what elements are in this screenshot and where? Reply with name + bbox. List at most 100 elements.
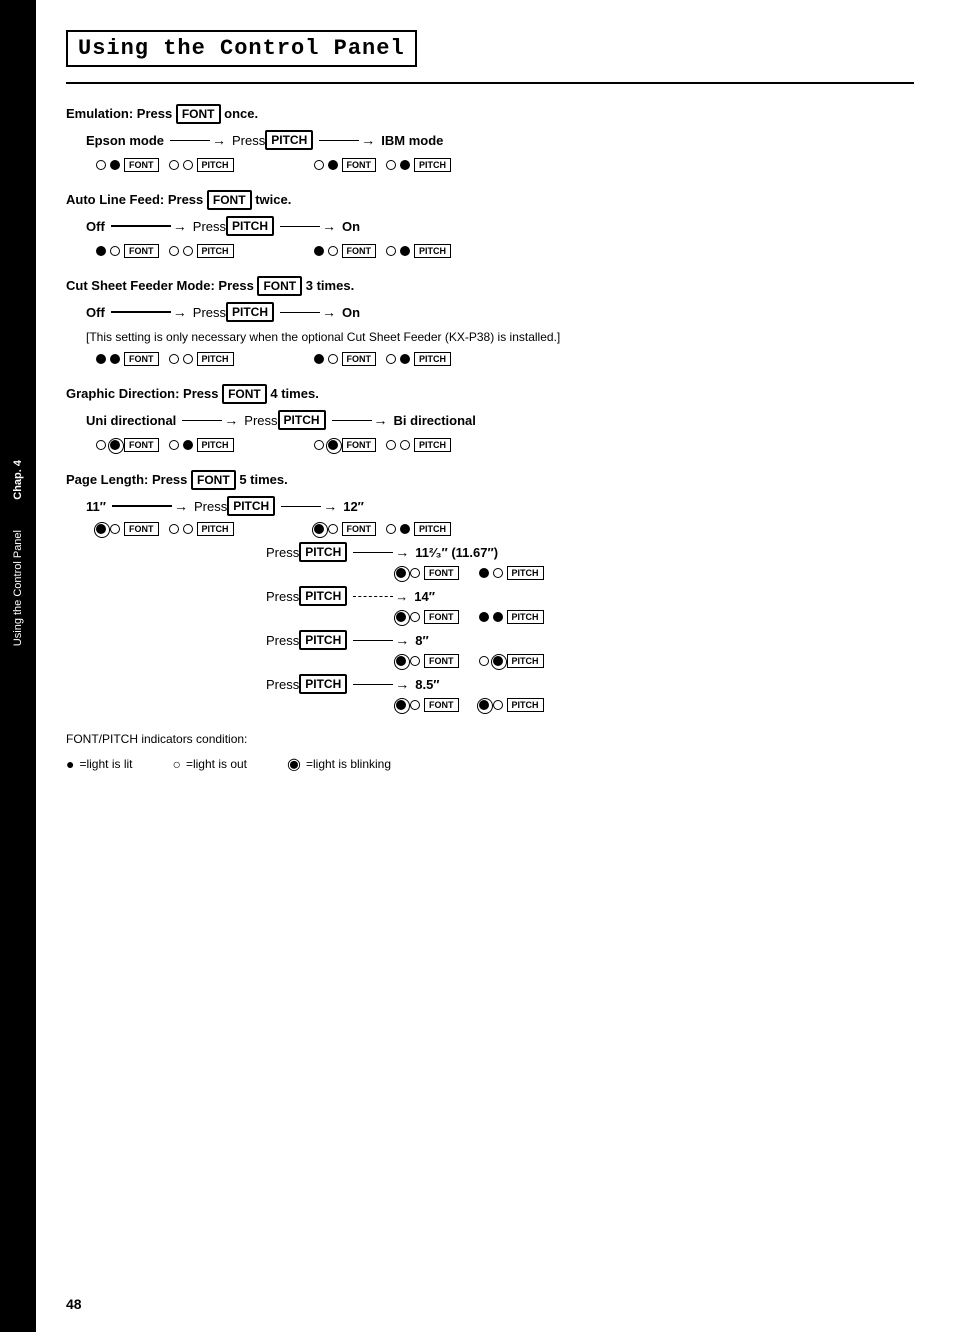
led-gd-pitch2-r (400, 440, 410, 450)
led-em-pitch1-r (183, 160, 193, 170)
autoline-title: Auto Line Feed: Press FONT twice. (66, 190, 914, 210)
led-al-pitch1-l (169, 246, 179, 256)
cutsheet-flow: Off Press PITCH On (86, 302, 914, 322)
led-pl3-pitch-l (479, 568, 489, 578)
arrow-al (280, 218, 336, 234)
led-gd-pitch2-l (386, 440, 396, 450)
led-al-font2-l (314, 246, 324, 256)
emulation-title: Emulation: Press FONT once. (66, 104, 914, 124)
arrow2 (319, 132, 375, 148)
pitch-key-pl2: PITCH (299, 542, 347, 562)
pitch-key-gd: PITCH (278, 410, 326, 430)
sidebar-label: Using the Control Panel (12, 530, 24, 646)
pl-flow5: Press PITCH 8.5″ (266, 674, 914, 694)
pitch-key-em: PITCH (265, 130, 313, 150)
led-cs-font1-r (110, 354, 120, 364)
pitch-key-pl1: PITCH (227, 496, 275, 516)
led-cs-font2-l (314, 354, 324, 364)
main-content: Using the Control Panel Emulation: Press… (36, 0, 954, 1332)
led-em-font2-l (314, 160, 324, 170)
autoline-indicators: FONT PITCH FONT PITCH (96, 244, 914, 258)
section-autoline: Auto Line Feed: Press FONT twice. Off Pr… (66, 190, 914, 258)
pitch-key-pl4: PITCH (299, 630, 347, 650)
arrow1 (170, 132, 226, 148)
pitch-key-pl3: PITCH (299, 586, 347, 606)
arrow-pl4 (353, 632, 409, 648)
led-pl1-font-l (96, 524, 106, 534)
led-cs-pitch2-r (400, 354, 410, 364)
led-pl1-font-r (110, 524, 120, 534)
emulation-flow: Epson mode Press PITCH IBM mode (86, 130, 914, 150)
pl-ind3: FONT PITCH (396, 610, 914, 624)
pl-ind5: FONT PITCH (396, 698, 914, 712)
led-em-font1-r (110, 160, 120, 170)
long-arrow-al (111, 218, 187, 234)
led-cs-font1-l (96, 354, 106, 364)
led-cs-pitch1-r (183, 354, 193, 364)
long-arrow-pl1 (112, 498, 188, 514)
led-pl3-font-l (396, 568, 406, 578)
led-pl1-pitch-l (169, 524, 179, 534)
section-cutsheet: Cut Sheet Feeder Mode: Press FONT 3 time… (66, 276, 914, 366)
pitch-key-pl5: PITCH (299, 674, 347, 694)
autoline-flow: Off Press PITCH On (86, 216, 914, 236)
led-gd-font2-l (314, 440, 324, 450)
led-al-pitch1-r (183, 246, 193, 256)
graphic-indicators: FONT PITCH FONT PITCH (96, 438, 914, 452)
font-key-emulation: FONT (176, 104, 221, 124)
led-em-font1-l (96, 160, 106, 170)
led-pl1-pitch-r (183, 524, 193, 534)
pitch-label-em1: PITCH (197, 158, 234, 172)
graphic-flow: Uni directional Press PITCH Bi direction… (86, 410, 914, 430)
font-key-pl: FONT (191, 470, 236, 490)
pl-ind4: FONT PITCH (396, 654, 914, 668)
font-key-al: FONT (207, 190, 252, 210)
led-pl5-font-r (410, 656, 420, 666)
pitch-label-em2: PITCH (414, 158, 451, 172)
arrow-pl2 (353, 544, 409, 560)
legend-blink: ◉ =light is blinking (287, 754, 391, 774)
graphic-title: Graphic Direction: Press FONT 4 times. (66, 384, 914, 404)
page-number: 48 (66, 1296, 82, 1312)
page-title: Using the Control Panel (66, 30, 417, 67)
led-em-font2-r (328, 160, 338, 170)
emulation-indicators: FONT PITCH FONT PITCH (96, 158, 914, 172)
led-pl5-font-l (396, 656, 406, 666)
led-pl2-font-l (314, 524, 324, 534)
arrow-pl5 (353, 676, 409, 692)
led-pl2-pitch-l (386, 524, 396, 534)
cutsheet-note: [This setting is only necessary when the… (86, 330, 914, 344)
led-pl5-pitch-r (493, 656, 503, 666)
legend-out: ○ =light is out (173, 756, 248, 772)
pagelength-title: Page Length: Press FONT 5 times. (66, 470, 914, 490)
footer: FONT/PITCH indicators condition: ● =ligh… (66, 732, 914, 774)
led-pl2-pitch-r (400, 524, 410, 534)
led-al-font2-r (328, 246, 338, 256)
pl-flow4: Press PITCH 8″ (266, 630, 914, 650)
led-gd-font1-r (110, 440, 120, 450)
pl-flow1: 11″ Press PITCH 12″ (86, 496, 914, 516)
led-pl6-pitch-r (493, 700, 503, 710)
long-arrow-cs (111, 304, 187, 320)
font-key-cs: FONT (257, 276, 302, 296)
led-em-pitch2-l (386, 160, 396, 170)
arrow-gd2 (332, 412, 388, 428)
led-pl4-pitch-r (493, 612, 503, 622)
font-label-em1: FONT (124, 158, 159, 172)
arrow-gd1 (182, 412, 238, 428)
led-pl4-pitch-l (479, 612, 489, 622)
led-pl3-pitch-r (493, 568, 503, 578)
led-cs-pitch2-l (386, 354, 396, 364)
section-emulation: Emulation: Press FONT once. Epson mode P… (66, 104, 914, 172)
led-cs-font2-r (328, 354, 338, 364)
led-pl2-font-r (328, 524, 338, 534)
led-pl6-font-l (396, 700, 406, 710)
led-gd-font2-r (328, 440, 338, 450)
ibm-indicators: FONT PITCH (314, 158, 452, 172)
arrow-cs (280, 304, 336, 320)
led-al-font1-l (96, 246, 106, 256)
led-al-font1-r (110, 246, 120, 256)
led-em-pitch2-r (400, 160, 410, 170)
condition-label: FONT/PITCH indicators condition: (66, 732, 914, 746)
sidebar-chap: Chap. 4 (12, 460, 24, 500)
